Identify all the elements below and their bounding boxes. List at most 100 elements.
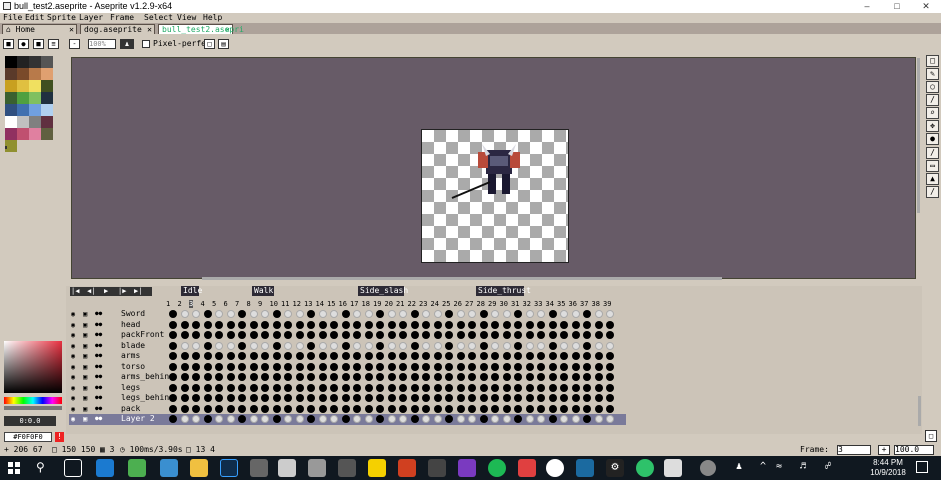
frame-number[interactable]: 37 <box>580 300 588 308</box>
cel[interactable] <box>433 415 442 423</box>
frame-number[interactable]: 32 <box>523 300 531 308</box>
cel[interactable] <box>571 320 580 329</box>
cel[interactable] <box>261 394 269 402</box>
cel[interactable] <box>445 383 453 392</box>
power-icon[interactable]: ☍ <box>825 461 831 472</box>
cel[interactable] <box>560 331 568 339</box>
continuous-icon[interactable]: ●● <box>95 351 102 361</box>
cel[interactable] <box>295 394 304 402</box>
cel[interactable] <box>272 404 281 413</box>
cel[interactable] <box>376 310 384 318</box>
prev-frame-icon[interactable]: ◀| <box>87 287 95 295</box>
cel[interactable] <box>226 415 235 423</box>
cel[interactable] <box>583 352 591 360</box>
frame-number[interactable]: 31 <box>511 300 519 308</box>
cel[interactable] <box>456 352 465 360</box>
cel[interactable] <box>215 310 223 318</box>
cel[interactable] <box>272 415 281 423</box>
cel[interactable] <box>238 383 246 392</box>
cel[interactable] <box>376 415 384 423</box>
cel[interactable] <box>295 415 304 423</box>
cel[interactable] <box>295 331 304 339</box>
cel[interactable] <box>261 415 269 423</box>
layer-row[interactable]: ◉ ▣ ●● legs_behind <box>69 393 614 404</box>
cel[interactable] <box>249 373 258 381</box>
cel[interactable] <box>456 383 465 392</box>
cel[interactable] <box>169 341 177 350</box>
cel[interactable] <box>594 383 603 392</box>
cel[interactable] <box>502 415 511 423</box>
cel[interactable] <box>422 362 430 371</box>
maximize-button[interactable]: □ <box>882 0 912 13</box>
clock-time[interactable]: 8:44 PM <box>873 458 903 467</box>
cel[interactable] <box>226 352 235 360</box>
notifications-icon[interactable] <box>916 461 928 473</box>
timeline-scrollbar[interactable] <box>918 396 921 426</box>
cel[interactable] <box>537 415 545 423</box>
frame-field[interactable]: 3 <box>837 445 871 455</box>
frame-number[interactable]: 20 <box>385 300 393 308</box>
cel[interactable] <box>422 310 430 318</box>
first-frame-icon[interactable]: |◀ <box>71 287 79 295</box>
cel[interactable] <box>445 362 453 371</box>
cel[interactable] <box>468 404 476 413</box>
start-icon[interactable] <box>8 462 20 474</box>
cel[interactable] <box>525 331 534 339</box>
cel[interactable] <box>468 373 476 381</box>
cel[interactable] <box>583 383 591 392</box>
cel[interactable] <box>307 310 315 318</box>
file-explorer-icon[interactable] <box>190 459 208 477</box>
cel[interactable] <box>203 362 212 371</box>
tray-chevron-icon[interactable]: ^ <box>760 461 766 472</box>
cel[interactable] <box>479 320 488 329</box>
lock-icon[interactable]: ▣ <box>83 414 87 424</box>
cel[interactable] <box>422 404 430 413</box>
cel[interactable] <box>318 362 327 371</box>
cel[interactable] <box>261 362 269 371</box>
palette-swatch[interactable] <box>41 56 53 68</box>
cel[interactable] <box>318 331 327 339</box>
cel[interactable] <box>261 320 269 329</box>
cel[interactable] <box>410 373 419 381</box>
cel[interactable] <box>169 415 177 423</box>
cel[interactable] <box>364 383 373 392</box>
cel[interactable] <box>525 394 534 402</box>
lock-icon[interactable]: ▣ <box>83 404 87 414</box>
layer-name[interactable]: Layer 2 <box>121 414 155 424</box>
cel[interactable] <box>330 331 338 339</box>
frame-number[interactable]: 23 <box>419 300 427 308</box>
cel[interactable] <box>192 331 200 339</box>
cel[interactable] <box>238 352 246 360</box>
continuous-icon[interactable]: ●● <box>95 414 102 424</box>
palette-swatch[interactable] <box>29 104 41 116</box>
cel[interactable] <box>341 404 350 413</box>
cel[interactable] <box>169 383 177 392</box>
cel[interactable] <box>514 362 522 371</box>
cel[interactable] <box>537 404 545 413</box>
cel[interactable] <box>330 404 338 413</box>
cel[interactable] <box>330 362 338 371</box>
app-icon-2[interactable] <box>308 459 326 477</box>
tab-bull-test2[interactable]: bull_test2.asepri ✕ <box>158 24 244 34</box>
cel[interactable] <box>548 383 557 392</box>
cel[interactable] <box>468 362 476 371</box>
cel[interactable] <box>491 394 499 402</box>
cel[interactable] <box>272 310 281 318</box>
cel[interactable] <box>583 415 591 423</box>
cel[interactable] <box>330 310 338 318</box>
cel[interactable] <box>399 362 407 371</box>
cel[interactable] <box>341 415 350 423</box>
ink-icon[interactable]: ♟ <box>120 39 134 49</box>
frame-number[interactable]: 14 <box>316 300 324 308</box>
cel[interactable] <box>284 373 292 381</box>
cel[interactable] <box>560 383 568 392</box>
zoom-tool-icon[interactable]: ⌕ <box>926 107 939 119</box>
cel[interactable] <box>226 383 235 392</box>
frame-number[interactable]: 11 <box>281 300 289 308</box>
cel[interactable] <box>192 310 200 318</box>
menu-layer[interactable]: Layer <box>79 13 103 23</box>
cel[interactable] <box>307 383 315 392</box>
cel[interactable] <box>525 352 534 360</box>
cel[interactable] <box>180 352 189 360</box>
cel[interactable] <box>261 352 269 360</box>
